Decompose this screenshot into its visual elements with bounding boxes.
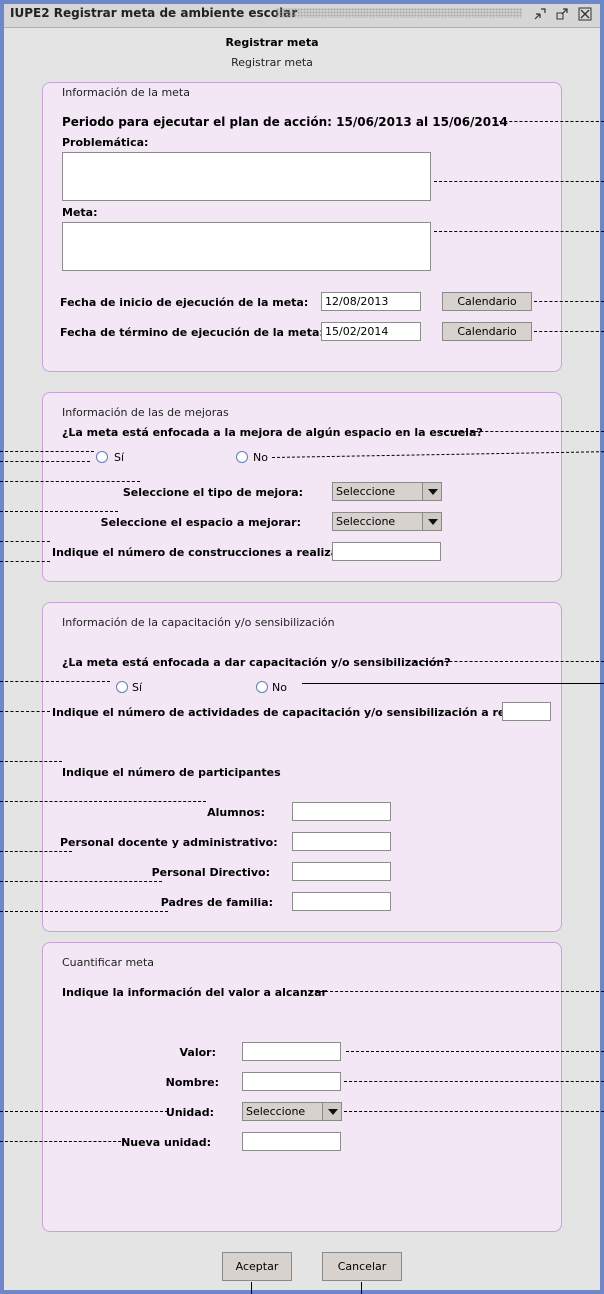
docente-label: Personal docente y administrativo: xyxy=(60,836,278,849)
actividades-field[interactable] xyxy=(502,702,551,721)
annotation-line xyxy=(0,761,62,762)
meta-label: Meta: xyxy=(62,206,98,219)
alumnos-field[interactable] xyxy=(292,802,391,821)
alumnos-label: Alumnos: xyxy=(207,806,265,819)
annotation-line xyxy=(0,481,140,482)
mejoras-section-title: Información de las de mejoras xyxy=(62,406,229,419)
annotation-line xyxy=(302,683,604,684)
minimize-icon[interactable] xyxy=(532,7,548,23)
espacio-mejorar-select[interactable]: Seleccione xyxy=(332,512,442,531)
annotation-line xyxy=(0,711,50,712)
mejoras-no-label: No xyxy=(253,451,268,464)
meta-section-title: Información de la meta xyxy=(62,86,190,99)
annotation-line xyxy=(0,681,110,682)
padres-field[interactable] xyxy=(292,892,391,911)
annotation-line xyxy=(0,881,162,882)
annotation-line xyxy=(344,1081,604,1082)
annotation-line xyxy=(440,431,604,432)
espacio-mejorar-value: Seleccione xyxy=(336,515,396,528)
chevron-down-icon[interactable] xyxy=(322,1103,341,1120)
annotation-line xyxy=(346,1051,604,1052)
tipo-mejora-value: Seleccione xyxy=(336,485,396,498)
annotation-line xyxy=(0,911,168,912)
meta-textarea[interactable] xyxy=(62,222,431,271)
annotation-line xyxy=(494,121,604,122)
annotation-line xyxy=(344,1111,604,1112)
fecha-termino-field[interactable]: 15/02/2014 xyxy=(321,322,421,341)
annotation-line xyxy=(0,461,90,462)
capacitacion-section-title: Información de la capacitación y/o sensi… xyxy=(62,616,335,629)
aceptar-button[interactable]: Aceptar xyxy=(222,1252,292,1281)
page-subtitle: Registrar meta xyxy=(231,56,313,69)
capacitacion-no-label: No xyxy=(272,681,287,694)
unidad-label: Unidad: xyxy=(165,1106,214,1119)
padres-label: Padres de familia: xyxy=(160,896,273,909)
mejoras-no-radio[interactable] xyxy=(236,451,248,463)
nueva-unidad-label: Nueva unidad: xyxy=(121,1136,211,1149)
valor-field[interactable] xyxy=(242,1042,341,1061)
construcciones-label: Indique el número de construcciones a re… xyxy=(52,546,348,559)
annotation-line xyxy=(0,511,118,512)
nueva-unidad-field[interactable] xyxy=(242,1132,341,1151)
fecha-inicio-field[interactable]: 12/08/2013 xyxy=(321,292,421,311)
annotation-line xyxy=(0,561,50,562)
periodo-label: Periodo para ejecutar el plan de acción:… xyxy=(62,115,508,129)
annotation-line xyxy=(0,851,72,852)
maximize-icon[interactable] xyxy=(554,7,570,23)
mejoras-yes-radio[interactable] xyxy=(96,451,108,463)
capacitacion-no-radio[interactable] xyxy=(256,681,268,693)
annotation-line xyxy=(0,541,50,542)
mejoras-question: ¿La meta está enfocada a la mejora de al… xyxy=(62,426,483,439)
cuantificar-section-title: Cuantificar meta xyxy=(62,956,155,969)
chevron-down-icon[interactable] xyxy=(422,513,441,530)
cancelar-button[interactable]: Cancelar xyxy=(322,1252,402,1281)
directivo-field[interactable] xyxy=(292,862,391,881)
calendar-termino-button[interactable]: Calendario xyxy=(442,322,532,341)
title-grip xyxy=(276,8,522,18)
tipo-mejora-label: Seleccione el tipo de mejora: xyxy=(122,486,303,499)
valor-label: Valor: xyxy=(179,1046,217,1059)
annotation-line xyxy=(434,231,604,232)
problematica-textarea[interactable] xyxy=(62,152,431,201)
cuantificar-info: Indique la información del valor a alcan… xyxy=(62,986,327,999)
close-icon[interactable] xyxy=(577,7,593,23)
chevron-down-icon[interactable] xyxy=(422,483,441,500)
annotation-line xyxy=(310,991,604,992)
annotation-line xyxy=(434,181,604,182)
directivo-label: Personal Directivo: xyxy=(151,866,270,879)
mejoras-yes-label: Sí xyxy=(114,451,125,464)
docente-field[interactable] xyxy=(292,832,391,851)
problematica-label: Problemática: xyxy=(62,136,149,149)
unidad-select[interactable]: Seleccione xyxy=(242,1102,342,1121)
espacio-mejorar-label: Seleccione el espacio a mejorar: xyxy=(100,516,301,529)
unidad-value: Seleccione xyxy=(246,1105,306,1118)
nombre-label: Nombre: xyxy=(165,1076,219,1089)
annotation-line xyxy=(0,801,206,802)
page-title: Registrar meta xyxy=(225,36,319,49)
capacitacion-question: ¿La meta está enfocada a dar capacitació… xyxy=(62,656,451,669)
fecha-inicio-label: Fecha de inicio de ejecución de la meta: xyxy=(60,296,309,309)
annotation-line xyxy=(0,451,94,452)
nombre-field[interactable] xyxy=(242,1072,341,1091)
tipo-mejora-select[interactable]: Seleccione xyxy=(332,482,442,501)
fecha-termino-label: Fecha de término de ejecución de la meta… xyxy=(60,326,324,339)
annotation-line xyxy=(414,661,604,662)
calendar-inicio-button[interactable]: Calendario xyxy=(442,292,532,311)
capacitacion-yes-label: Sí xyxy=(132,681,143,694)
annotation-line xyxy=(251,1282,252,1294)
capacitacion-yes-radio[interactable] xyxy=(116,681,128,693)
participantes-label: Indique el número de participantes xyxy=(62,766,281,779)
annotation-line xyxy=(361,1282,362,1294)
annotation-line xyxy=(534,331,604,332)
construcciones-field[interactable] xyxy=(332,542,441,561)
actividades-label: Indique el número de actividades de capa… xyxy=(52,706,544,719)
window-title: IUPE2 Registrar meta de ambiente escolar xyxy=(10,6,298,20)
annotation-line xyxy=(534,301,604,302)
